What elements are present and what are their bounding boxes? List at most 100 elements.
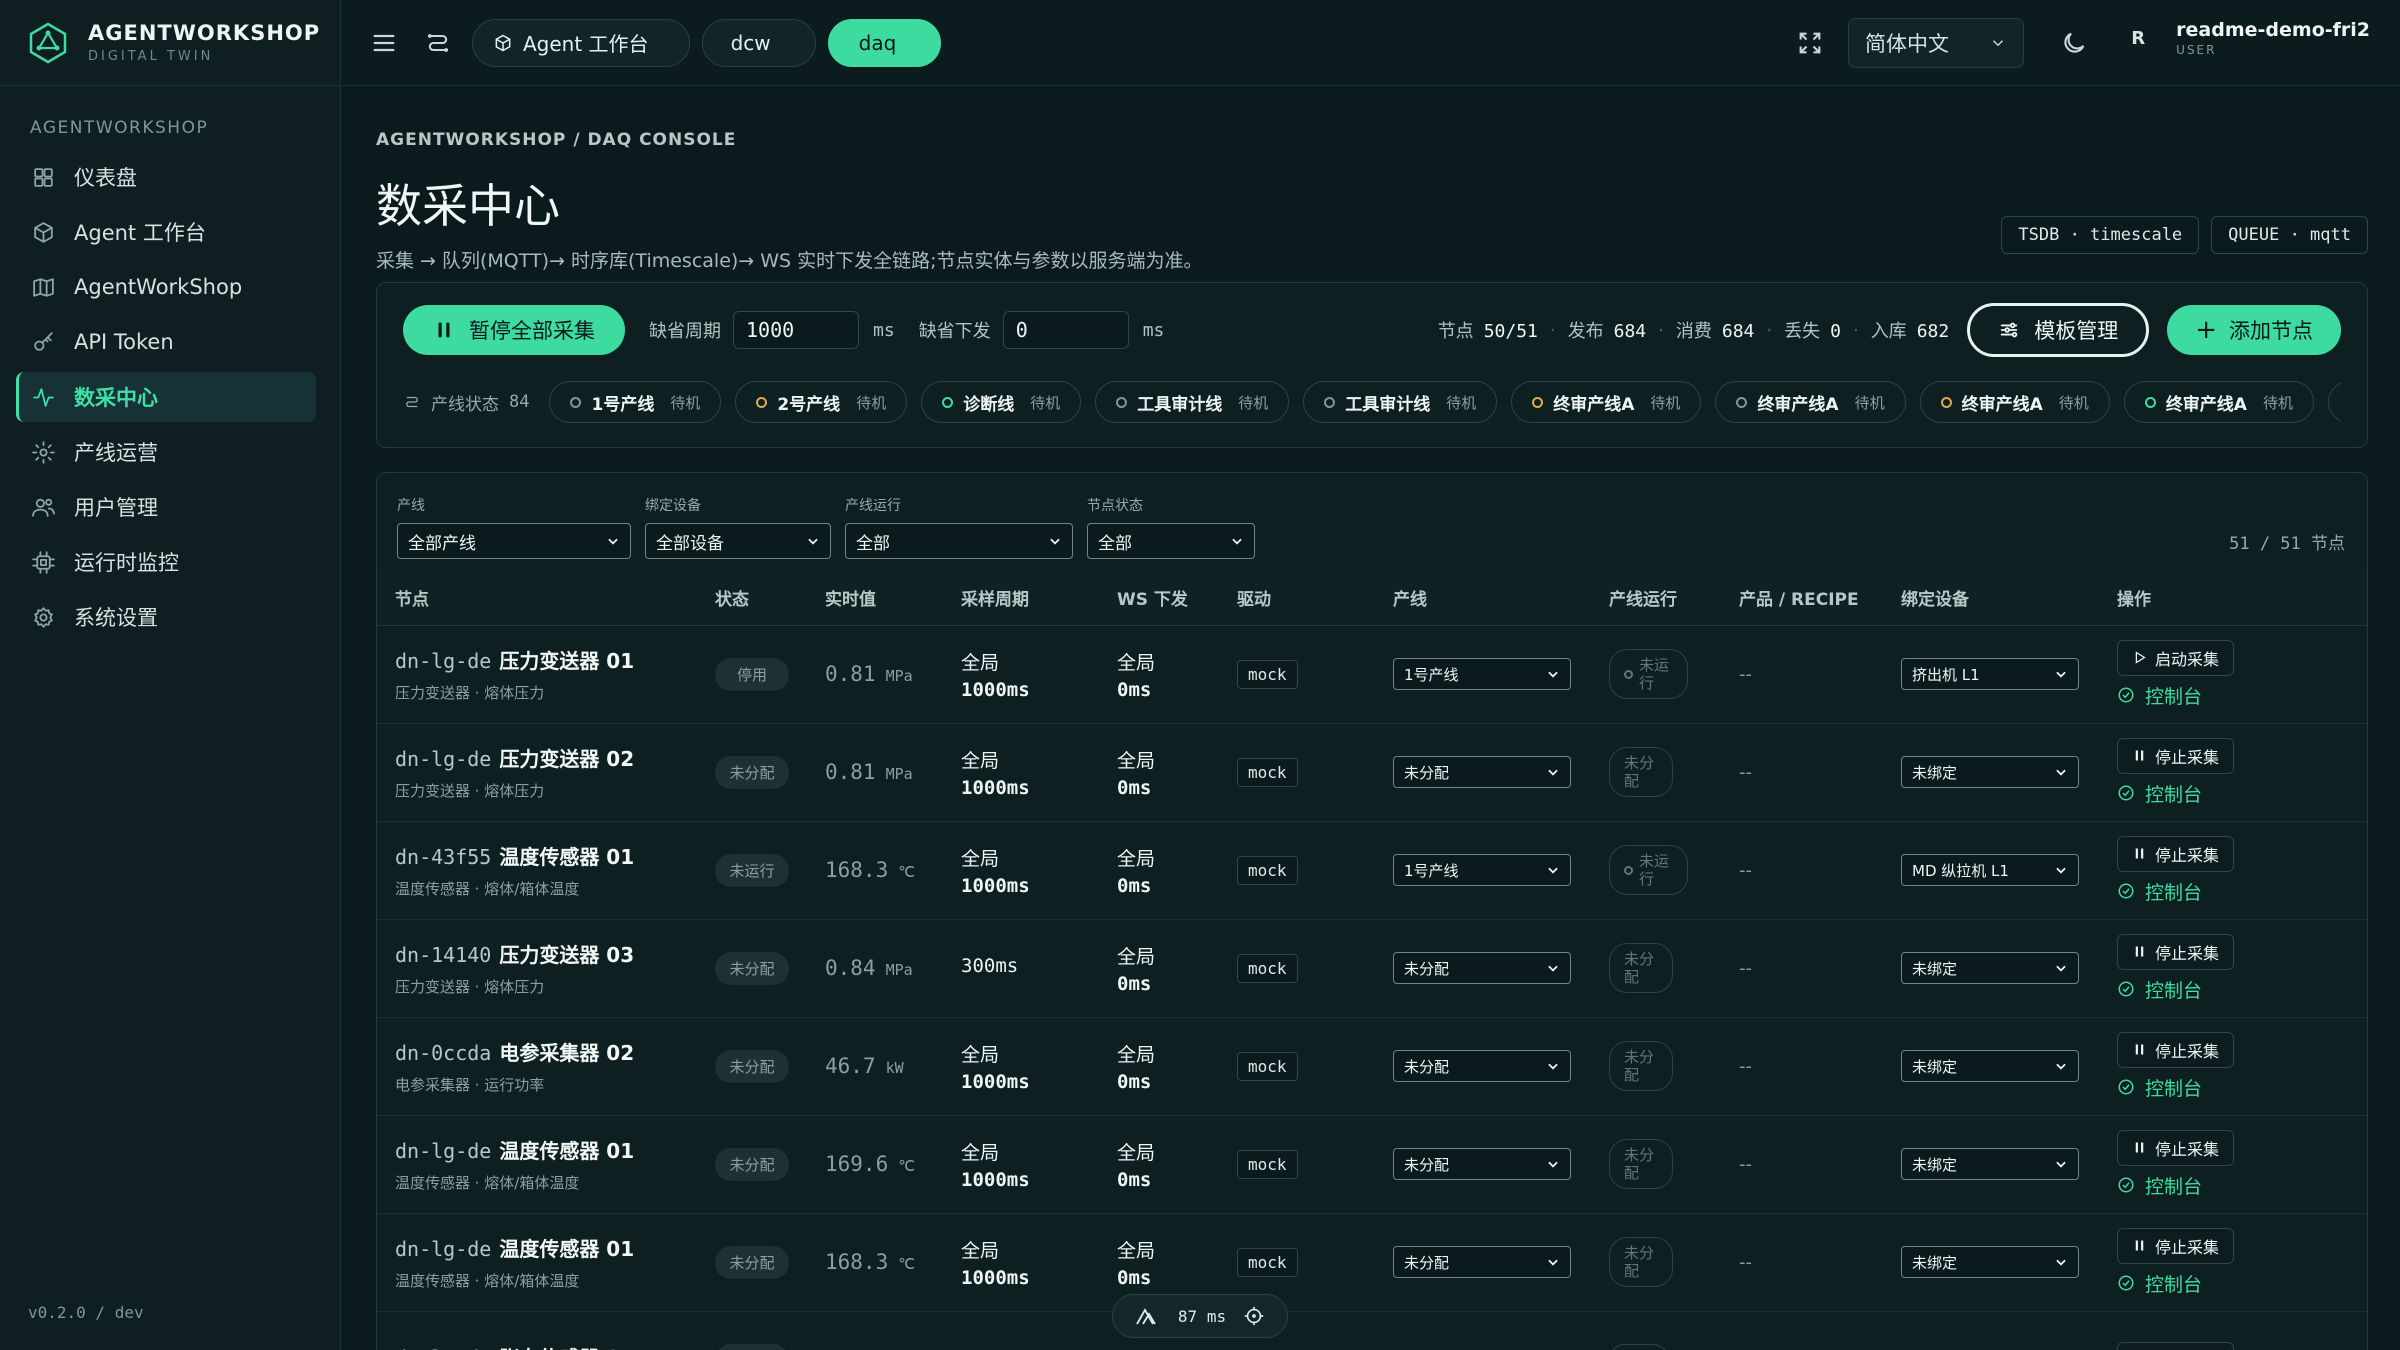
stat-separator: · xyxy=(1549,319,1556,341)
line-select[interactable]: 未分配 xyxy=(1393,756,1571,788)
toggle-collect-button[interactable]: 启动采集 xyxy=(2117,639,2235,676)
ws-mode: 全局 xyxy=(1117,1239,1156,1262)
language-select[interactable]: 简体中文 xyxy=(1848,18,2024,68)
status-ring-icon xyxy=(1532,396,1544,408)
line-select[interactable]: 1号产线 xyxy=(1393,854,1571,886)
console-link[interactable]: 控制台 xyxy=(2117,878,2367,905)
table-row[interactable]: dn-lg-de 温度传感器 01 温度传感器 · 熔体/箱体温度 未分配 169.6 ℃… xyxy=(377,1115,2367,1214)
brand-logo-icon xyxy=(29,22,67,63)
breadcrumb: AGENTWORKSHOP / DAQ CONSOLE xyxy=(376,130,737,150)
sidebar-item-2[interactable]: AgentWorkShop xyxy=(16,262,316,312)
console-link[interactable]: 控制台 xyxy=(2117,1172,2367,1199)
line-pill[interactable]: 工具审计线 待机 xyxy=(1095,381,1290,423)
filter-select[interactable]: 全部 xyxy=(1087,523,1255,559)
menu-toggle-button[interactable] xyxy=(362,21,406,65)
table-row[interactable]: dn-0ccda 电参采集器 02 电参采集器 · 运行功率 未分配 46.7 kW 全局 1… xyxy=(377,1017,2367,1116)
toggle-collect-button[interactable]: 停止采集 xyxy=(2117,933,2235,970)
console-link[interactable]: 控制台 xyxy=(2117,780,2367,807)
toggle-collect-button[interactable]: 停止采集 xyxy=(2117,835,2235,872)
device-select[interactable]: 未绑定 xyxy=(1901,1246,2079,1278)
driver-cell: mock xyxy=(1219,919,1375,1018)
line-select[interactable]: 1号产线 xyxy=(1393,658,1571,690)
device-select[interactable]: 未绑定 xyxy=(1901,1148,2079,1180)
check-circle-icon xyxy=(2118,687,2134,703)
table-row[interactable]: dn-lg-de 压力变送器 01 压力变送器 · 熔体压力 停用 0.81 MPa 全局 1… xyxy=(377,625,2367,724)
stat-item: 节点 50/51 xyxy=(1438,317,1538,343)
recipe-cell: -- xyxy=(1721,1017,1883,1116)
toggle-collect-label: 停止采集 xyxy=(2155,747,2220,767)
stat-value: 684 xyxy=(1721,321,1755,342)
line-state: 待机 xyxy=(856,393,887,412)
table-row[interactable]: dn-lg-de 张力传感器 01 未运 全局 全局 未运 停止采集 xyxy=(377,1311,2367,1350)
stat-value: 50/51 xyxy=(1483,321,1538,342)
line-select[interactable]: 未分配 xyxy=(1393,952,1571,984)
line-select[interactable]: 未分配 xyxy=(1393,1148,1571,1180)
brand[interactable]: AGENTWORKSHOP DIGITAL TWIN xyxy=(0,0,340,86)
ws-mode: 全局 xyxy=(1117,1345,1219,1350)
fullscreen-button[interactable] xyxy=(1788,21,1832,65)
tab-daq[interactable]: daq xyxy=(827,18,942,67)
line-select[interactable]: 未分配 xyxy=(1393,1246,1571,1278)
status-cell: 未运 xyxy=(697,1311,807,1350)
filter-select[interactable]: 全部设备 xyxy=(645,523,831,559)
console-link[interactable]: 控制台 xyxy=(2117,976,2367,1003)
sidebar-item-4[interactable]: 数采中心 xyxy=(16,372,316,422)
line-pill[interactable]: 1号产线 待机 xyxy=(549,381,722,423)
device-select[interactable]: 未绑定 xyxy=(1901,952,2079,984)
sidebar-item-7[interactable]: 运行时监控 xyxy=(16,537,316,587)
device-select[interactable]: 未绑定 xyxy=(1901,1050,2079,1082)
node-cell: dn-0ccda 电参采集器 02 电参采集器 · 运行功率 xyxy=(377,1017,697,1116)
node-id: dn-43f55 xyxy=(395,845,492,869)
add-node-button[interactable]: + 添加节点 xyxy=(2167,305,2341,355)
sidebar-item-6[interactable]: 用户管理 xyxy=(16,482,316,532)
filter-select[interactable]: 全部 xyxy=(845,523,1073,559)
tab-dcw[interactable]: dcw xyxy=(701,18,816,67)
node-name: 压力变送器 01 xyxy=(499,649,635,673)
line-pill[interactable]: 终审产线A 待机 xyxy=(1511,381,1702,423)
filter-select[interactable]: 全部产线 xyxy=(397,523,631,559)
console-link[interactable]: 控制台 xyxy=(2117,682,2367,709)
line-pill[interactable]: 诊断线 待机 xyxy=(921,381,1082,423)
stat-label: 发布 xyxy=(1567,321,1604,342)
route-switch-button[interactable] xyxy=(416,21,460,65)
sidebar-item-8[interactable]: 系统设置 xyxy=(16,592,316,642)
sidebar-item-5[interactable]: 产线运营 xyxy=(16,427,316,477)
line-pill[interactable]: 终审产线A 待机 xyxy=(1715,381,1906,423)
table-row[interactable]: dn-lg-de 温度传感器 01 温度传感器 · 熔体/箱体温度 未分配 168.3 ℃… xyxy=(377,1213,2367,1312)
console-link[interactable]: 控制台 xyxy=(2117,1270,2367,1297)
route-icon xyxy=(406,396,418,408)
node-name: 压力变送器 03 xyxy=(499,943,635,967)
device-select[interactable]: 挤出机 L1 xyxy=(1901,658,2079,690)
sidebar-item-1[interactable]: Agent 工作台 xyxy=(16,207,316,257)
default-period-input[interactable]: 1000 xyxy=(733,311,859,349)
latency-indicator[interactable]: 87 ms xyxy=(1112,1294,1288,1338)
toggle-collect-button[interactable]: 停止采集 xyxy=(2117,1129,2235,1166)
toggle-collect-button[interactable]: 停止采集 xyxy=(2117,1031,2235,1068)
table-row[interactable]: dn-lg-de 压力变送器 02 压力变送器 · 熔体压力 未分配 0.81 MPa 全局… xyxy=(377,723,2367,822)
ws-mode: 全局 xyxy=(1117,1141,1156,1164)
default-push-input[interactable]: 0 xyxy=(1002,311,1129,349)
line-pill[interactable]: 终审产线A 待机 xyxy=(1919,381,2110,423)
sidebar-item-0[interactable]: 仪表盘 xyxy=(16,152,316,202)
pause-all-button[interactable]: 暂停全部采集 xyxy=(403,305,625,355)
line-select[interactable]: 未分配 xyxy=(1393,1050,1571,1082)
ws-cell: 全局 0ms xyxy=(1099,1115,1219,1214)
device-select[interactable]: MD 纵拉机 L1 xyxy=(1901,854,2079,886)
toggle-collect-button[interactable]: 停止采集 xyxy=(2117,1342,2235,1350)
console-link[interactable]: 控制台 xyxy=(2117,1074,2367,1101)
template-manage-button[interactable]: 模板管理 xyxy=(1967,303,2150,357)
theme-toggle-button[interactable] xyxy=(2052,21,2096,65)
tab-agent-workbench[interactable]: Agent 工作台 xyxy=(472,18,690,67)
toggle-collect-button[interactable]: 停止采集 xyxy=(2117,1227,2235,1264)
line-pill[interactable]: 工具审计线 待机 xyxy=(1303,381,1498,423)
toggle-collect-button[interactable]: 停止采集 xyxy=(2117,737,2235,774)
user-role: USER xyxy=(2176,43,2217,57)
device-select[interactable]: 未绑定 xyxy=(1901,756,2079,788)
line-pill[interactable]: 终审产线 xyxy=(2328,381,2341,423)
line-pill[interactable]: 2号产线 待机 xyxy=(735,381,908,423)
table-row[interactable]: dn-43f55 温度传感器 01 温度传感器 · 熔体/箱体温度 未运行 168.3 ℃… xyxy=(377,821,2367,920)
user-menu[interactable]: R readme-demo-fri2 USER xyxy=(2118,18,2370,58)
table-row[interactable]: dn-14140 压力变送器 03 压力变送器 · 熔体压力 未分配 0.84 MPa 30… xyxy=(377,919,2367,1018)
sidebar-item-3[interactable]: API Token xyxy=(16,317,316,367)
line-pill[interactable]: 终审产线A 待机 xyxy=(2123,381,2314,423)
